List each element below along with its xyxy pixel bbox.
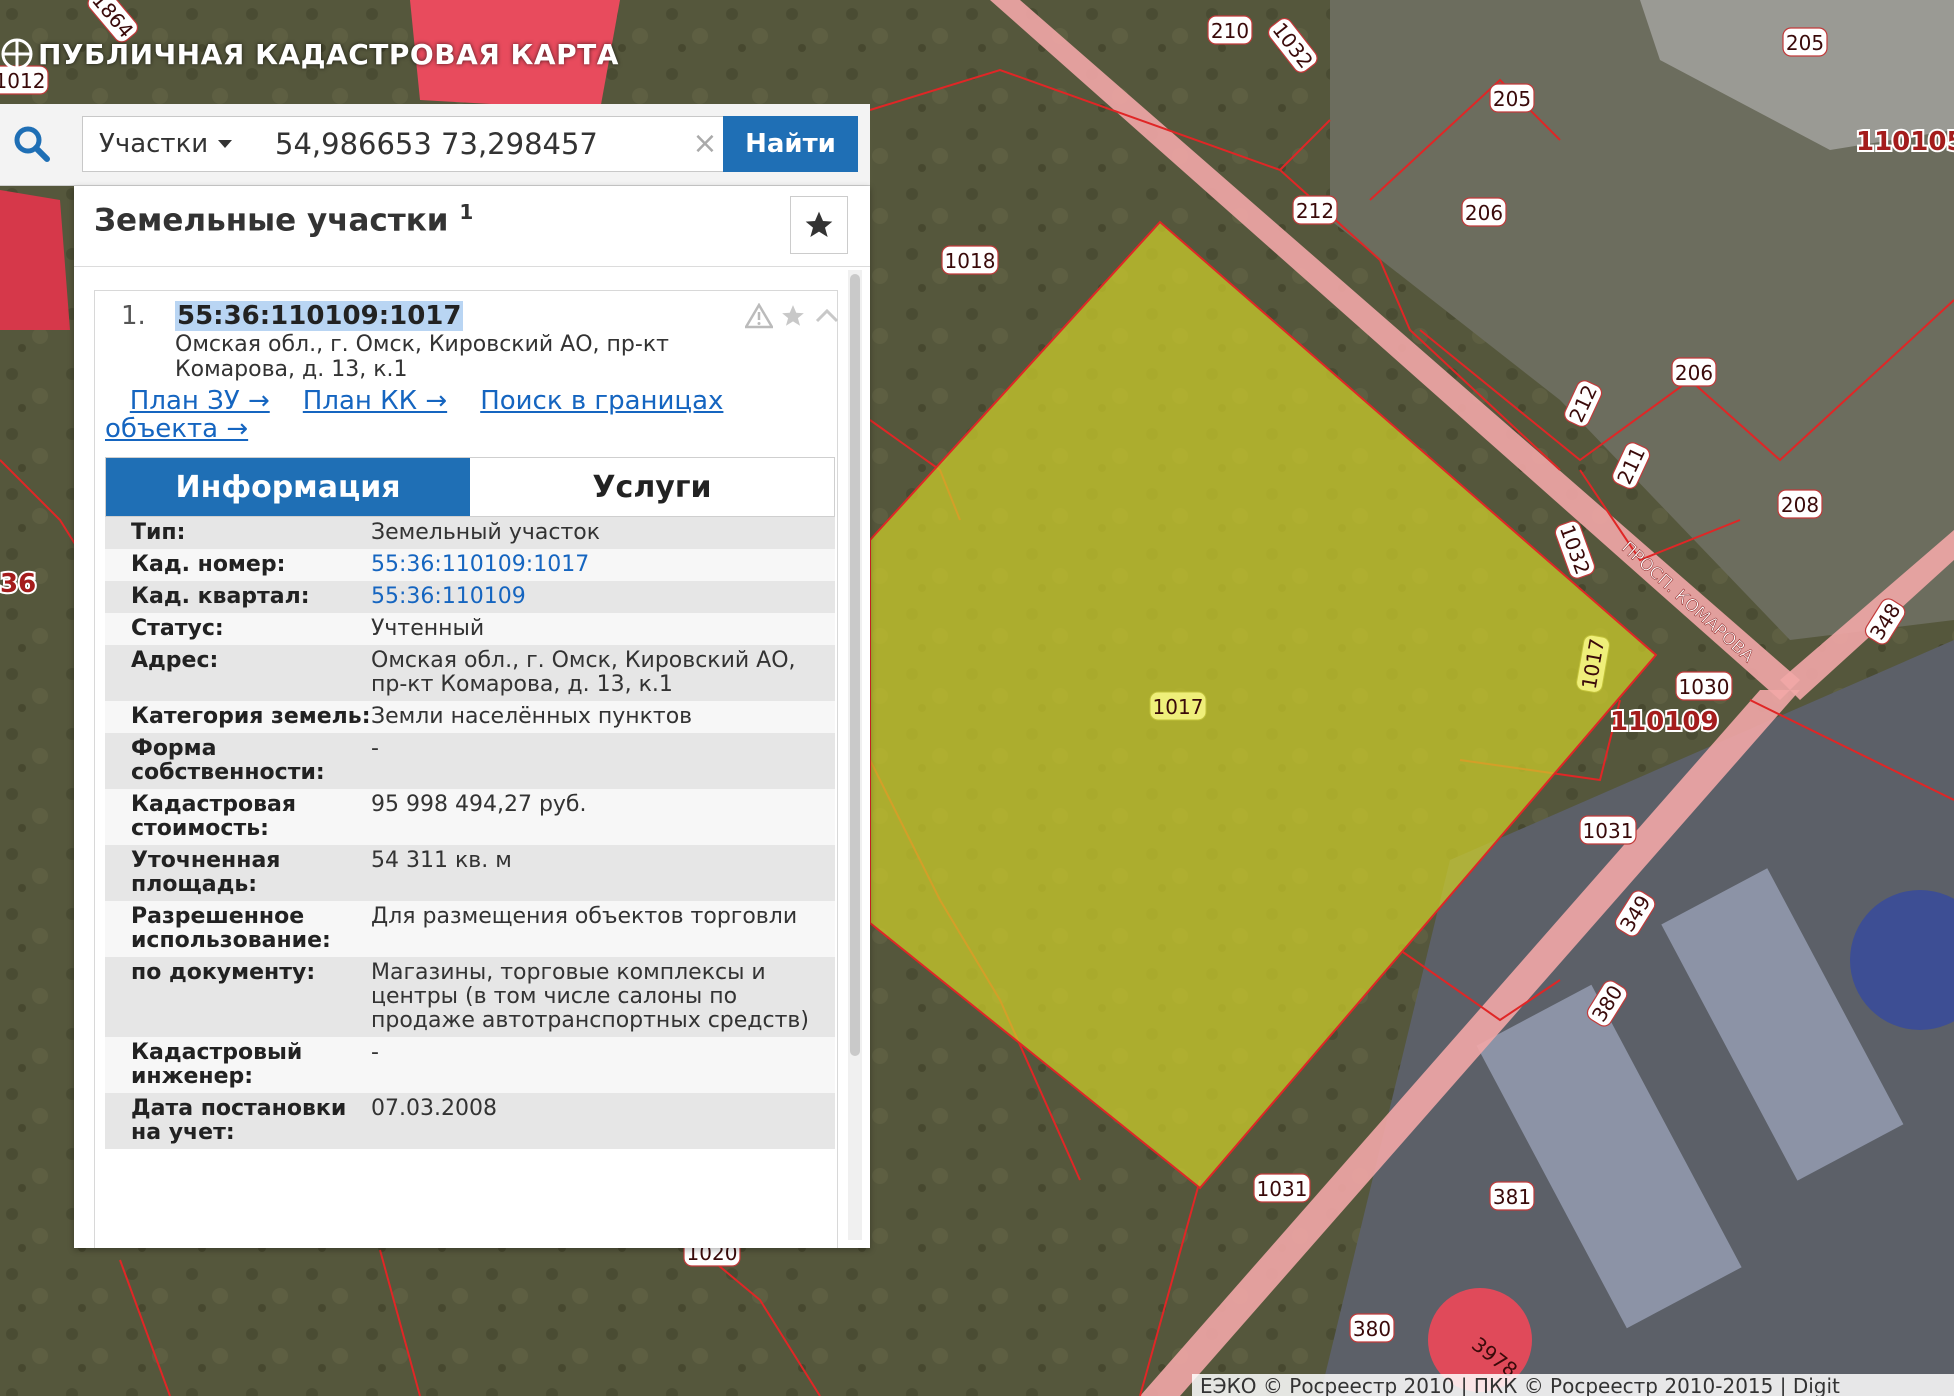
search-type-label: Участки — [99, 129, 209, 159]
results-title-text: Земельные участки — [94, 202, 449, 239]
result-card: 1. 55:36:110109:1017 Омская обл., г. Омс… — [94, 290, 841, 1248]
caret-down-icon — [218, 140, 233, 148]
results-panel: Земельные участки 1 1. 55:36:110109:1017… — [74, 186, 870, 1248]
info-key: Тип: — [131, 520, 186, 545]
info-key: Адрес: — [131, 648, 219, 673]
info-value: Магазины, торговые комплексы и центры (в… — [371, 960, 809, 1033]
cad-quarter-link[interactable]: 55:36:110109 — [371, 584, 526, 609]
app-title-text: ПУБЛИЧНАЯ КАДАСТРОВАЯ КАРТА — [38, 37, 619, 71]
info-row: Категория земель: Земли населённых пункто… — [105, 701, 835, 733]
info-value: - — [371, 736, 379, 761]
info-key: по документу: — [131, 960, 316, 985]
info-value: - — [371, 1040, 379, 1065]
result-number: 1. — [121, 301, 146, 331]
chevron-up-icon[interactable] — [813, 303, 841, 329]
svg-text:1031: 1031 — [1257, 1177, 1308, 1201]
svg-text:208: 208 — [1781, 493, 1819, 517]
svg-text:1030: 1030 — [1679, 675, 1730, 699]
info-value: Омская обл., г. Омск, Кировский АО, пр-к… — [371, 648, 796, 697]
scrollbar[interactable] — [848, 270, 862, 1240]
info-value: Для размещения объектов торговли — [371, 904, 798, 929]
svg-text:36: 36 — [0, 569, 36, 599]
info-key: Кад. номер: — [131, 552, 286, 577]
plan-zu-link[interactable]: План ЗУ → — [130, 386, 270, 416]
info-tabs: Информация Услуги — [105, 457, 835, 517]
svg-text:381: 381 — [1493, 1185, 1531, 1209]
globe-icon — [1, 38, 33, 70]
star-icon — [805, 211, 833, 237]
result-cad-number[interactable]: 55:36:110109:1017 — [175, 301, 464, 331]
results-title: Земельные участки 1 — [94, 200, 473, 238]
info-key: Кадастровая стоимость: — [131, 792, 296, 841]
svg-text:206: 206 — [1675, 361, 1713, 385]
svg-text:110105: 110105 — [1856, 127, 1954, 157]
warning-icon[interactable] — [745, 303, 773, 329]
info-value: 07.03.2008 — [371, 1096, 497, 1121]
scrollbar-thumb[interactable] — [850, 274, 860, 1056]
search-bar: Участки × Найти — [0, 104, 870, 186]
favorite-button[interactable] — [790, 196, 848, 254]
info-value: 54 311 кв. м — [371, 848, 512, 873]
info-value: Учтенный — [371, 616, 485, 641]
svg-text:212: 212 — [1296, 199, 1334, 223]
result-address: Омская обл., г. Омск, Кировский АО, пр-к… — [175, 332, 669, 382]
search-input[interactable] — [251, 116, 724, 172]
svg-text:206: 206 — [1465, 201, 1503, 225]
map-building-red-left — [0, 190, 70, 330]
info-table: Тип: Земельный участок Кад. номер: 55:36:1… — [105, 517, 835, 1149]
svg-text:1031: 1031 — [1583, 819, 1634, 843]
info-row: Форма собственности: - — [105, 733, 835, 789]
info-row: Уточненная площадь: 54 311 кв. м — [105, 845, 835, 901]
info-key: Кад. квартал: — [131, 584, 310, 609]
tab-services[interactable]: Услуги — [470, 458, 834, 516]
results-count: 1 — [459, 200, 474, 224]
search-type-dropdown[interactable]: Участки — [82, 116, 252, 172]
info-value: 95 998 494,27 руб. — [371, 792, 587, 817]
cad-number-link[interactable]: 55:36:110109:1017 — [371, 552, 589, 577]
svg-text:110109: 110109 — [1610, 707, 1719, 737]
search-icon[interactable] — [10, 122, 54, 166]
info-row: Дата постановки на учет: 07.03.2008 — [105, 1093, 835, 1149]
result-links: План ЗУ → План КК → Поиск в границах объ… — [105, 387, 805, 443]
results-header: Земельные участки 1 — [74, 186, 870, 267]
app-title: ПУБЛИЧНАЯ КАДАСТРОВАЯ КАРТА — [0, 30, 619, 78]
svg-text:380: 380 — [1353, 1317, 1391, 1341]
svg-text:210: 210 — [1211, 19, 1249, 43]
tab-information[interactable]: Информация — [106, 458, 470, 516]
svg-text:205: 205 — [1786, 31, 1824, 55]
info-row: по документу: Магазины, торговые комплекс… — [105, 957, 835, 1037]
info-key: Уточненная площадь: — [131, 848, 281, 897]
svg-text:1017: 1017 — [1153, 695, 1204, 719]
svg-text:1018: 1018 — [945, 249, 996, 273]
info-row: Кад. квартал: 55:36:110109 — [105, 581, 835, 613]
info-row: Адрес: Омская обл., г. Омск, Кировский АО… — [105, 645, 835, 701]
clear-icon[interactable]: × — [690, 129, 720, 160]
svg-text:205: 205 — [1493, 87, 1531, 111]
info-key: Статус: — [131, 616, 224, 641]
info-row: Кад. номер: 55:36:110109:1017 — [105, 549, 835, 581]
info-row: Статус: Учтенный — [105, 613, 835, 645]
info-value: Земли населённых пунктов — [371, 704, 693, 729]
info-value: Земельный участок — [371, 520, 601, 545]
info-row: Разрешенное использование: Для размещения… — [105, 901, 835, 957]
map-copyright: ЕЭКО © Росреестр 2010 | ПКК © Росреестр … — [1192, 1374, 1954, 1396]
info-key: Форма собственности: — [131, 736, 325, 785]
info-key: Категория земель: — [131, 704, 371, 729]
find-button[interactable]: Найти — [723, 116, 858, 172]
info-key: Кадастровый инженер: — [131, 1040, 303, 1089]
card-actions — [745, 303, 841, 329]
info-key: Дата постановки на учет: — [131, 1096, 347, 1145]
plan-kk-link[interactable]: План КК → — [303, 386, 447, 416]
star-outline-icon[interactable] — [779, 303, 807, 329]
info-row: Тип: Земельный участок — [105, 517, 835, 549]
info-key: Разрешенное использование: — [131, 904, 331, 953]
info-row: Кадастровый инженер: - — [105, 1037, 835, 1093]
info-row: Кадастровая стоимость: 95 998 494,27 руб. — [105, 789, 835, 845]
